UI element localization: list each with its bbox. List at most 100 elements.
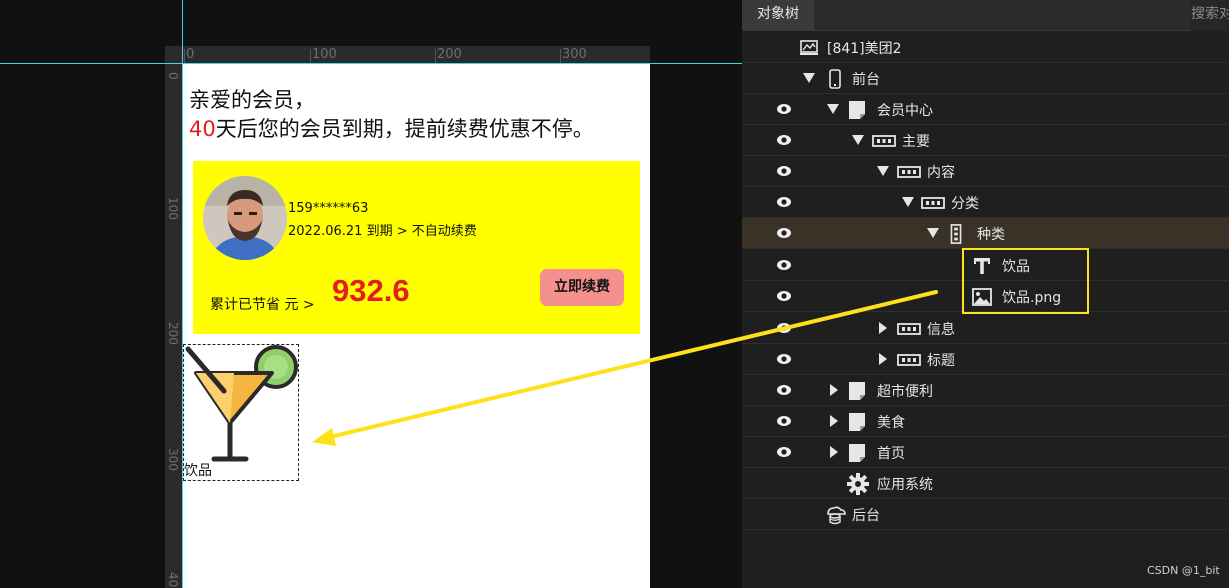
expiry-info[interactable]: 2022.06.21 到期 > 不自动续费 (288, 220, 477, 239)
visibility-eye-icon[interactable] (776, 101, 792, 117)
visibility-eye-icon[interactable] (776, 413, 792, 429)
visibility-eye-icon[interactable] (776, 320, 792, 336)
drink-label: 饮品 (184, 463, 212, 479)
visibility-eye-icon[interactable] (776, 194, 792, 210)
tree-label: 应用系统 (877, 477, 933, 493)
tree-row-supermarket[interactable]: 超市便利 (742, 375, 1229, 406)
ruler-tick (310, 49, 311, 63)
expand-arrow-icon[interactable] (879, 353, 887, 365)
expand-arrow-icon[interactable] (830, 415, 838, 427)
tree-row-main[interactable]: 主要 (742, 125, 1229, 156)
page-icon (849, 413, 865, 431)
panel-header: 对象树 搜索对 (742, 0, 1229, 31)
ruler-label: 300 (166, 448, 180, 471)
annotation-highlight-box (962, 248, 1089, 314)
tree-row-app-system[interactable]: 应用系统 (742, 468, 1229, 499)
design-page[interactable]: 亲爱的会员， 40天后您的会员到期，提前续费优惠不停。 159******63 … (183, 64, 650, 588)
tree-row-food[interactable]: 美食 (742, 406, 1229, 437)
avatar (203, 176, 287, 260)
visibility-eye-icon[interactable] (776, 163, 792, 179)
visibility-eye-icon[interactable] (776, 132, 792, 148)
ruler-tick (435, 49, 436, 63)
tree-label: 分类 (951, 196, 979, 212)
renew-button[interactable]: 立即续费 (540, 269, 624, 306)
expand-arrow-icon[interactable] (830, 446, 838, 458)
avatar-image (203, 176, 287, 260)
drink-category-item[interactable]: 饮品 (183, 344, 299, 481)
tree-row-type[interactable]: 种类 (742, 218, 1229, 249)
page-icon (849, 101, 865, 119)
collapse-arrow-icon[interactable] (902, 197, 914, 207)
tree-row-content[interactable]: 内容 (742, 156, 1229, 187)
tree-label: 首页 (877, 446, 905, 462)
group-icon (872, 135, 896, 147)
saved-amount: 932.6 (332, 273, 410, 308)
tree-row-frontend[interactable]: 前台 (742, 63, 1229, 94)
visibility-eye-icon[interactable] (776, 351, 792, 367)
membership-card[interactable]: 159******63 2022.06.21 到期 > 不自动续费 累计已节省 … (193, 161, 640, 334)
collapse-arrow-icon[interactable] (803, 73, 815, 83)
group-icon (897, 354, 921, 366)
visibility-eye-icon[interactable] (776, 257, 792, 273)
ruler-corner (165, 46, 183, 63)
phone-number: 159******63 (288, 201, 369, 216)
visibility-eye-icon[interactable] (776, 225, 792, 241)
expand-arrow-icon[interactable] (879, 322, 887, 334)
tree-label: 信息 (927, 322, 955, 338)
page-icon (849, 444, 865, 462)
tree-label: 美食 (877, 415, 905, 431)
expand-arrow-icon[interactable] (830, 384, 838, 396)
visibility-eye-icon[interactable] (776, 382, 792, 398)
group-icon (921, 197, 945, 209)
ruler-label: 300 (562, 47, 587, 62)
ruler-label: 40 (166, 572, 180, 588)
tree-label: [841]美团2 (827, 41, 902, 57)
app-window: 0 100 200 300 0 100 200 300 40 亲爱的会员， 40… (0, 0, 1229, 588)
days-remaining: 40 (189, 117, 216, 141)
greeting-line-1: 亲爱的会员， (189, 88, 315, 112)
ruler-tick (184, 49, 185, 63)
vertical-layout-icon (950, 224, 962, 244)
saved-label[interactable]: 累计已节省 元 > (210, 294, 315, 314)
tree-label: 超市便利 (877, 384, 933, 400)
tab-object-tree[interactable]: 对象树 (742, 0, 814, 31)
tree-label: 主要 (902, 134, 930, 150)
tree-row-backend[interactable]: 后台 (742, 499, 1229, 530)
tree-label: 种类 (977, 227, 1005, 243)
gear-icon (847, 473, 869, 495)
tree-row-member-center[interactable]: 会员中心 (742, 94, 1229, 125)
cloud-db-icon (827, 506, 846, 525)
ruler-label: 200 (437, 47, 462, 62)
collapse-arrow-icon[interactable] (877, 166, 889, 176)
ruler-label: 100 (312, 47, 337, 62)
project-icon (800, 40, 818, 55)
visibility-eye-icon[interactable] (776, 288, 792, 304)
phone-icon (829, 69, 841, 89)
group-icon (897, 166, 921, 178)
search-input[interactable]: 搜索对 (1191, 0, 1229, 31)
watermark: CSDN @1_bit (1147, 564, 1220, 577)
greeting-line-2: 40天后您的会员到期，提前续费优惠不停。 (189, 115, 594, 144)
tree-row-home[interactable]: 首页 (742, 437, 1229, 468)
collapse-arrow-icon[interactable] (927, 228, 939, 238)
tree-label: 后台 (852, 508, 880, 524)
ruler-label: 0 (166, 72, 180, 80)
tree-label: 前台 (852, 72, 880, 88)
tree-label: 内容 (927, 165, 955, 181)
tree-label: 会员中心 (877, 103, 933, 119)
tree-label: 标题 (927, 353, 955, 369)
cocktail-icon (185, 345, 298, 462)
tree-row-title[interactable]: 标题 (742, 344, 1229, 375)
ruler-label: 100 (166, 197, 180, 220)
ruler-label: 200 (166, 322, 180, 345)
collapse-arrow-icon[interactable] (852, 135, 864, 145)
visibility-eye-icon[interactable] (776, 444, 792, 460)
collapse-arrow-icon[interactable] (827, 104, 839, 114)
tree-row-info[interactable]: 信息 (742, 313, 1229, 344)
greeting-text: 亲爱的会员， 40天后您的会员到期，提前续费优惠不停。 (189, 86, 594, 144)
tree-row-project[interactable]: [841]美团2 (742, 32, 1229, 63)
ruler-tick (560, 49, 561, 63)
tree-row-category[interactable]: 分类 (742, 187, 1229, 218)
ruler-label: 0 (186, 47, 195, 62)
page-icon (849, 382, 865, 400)
